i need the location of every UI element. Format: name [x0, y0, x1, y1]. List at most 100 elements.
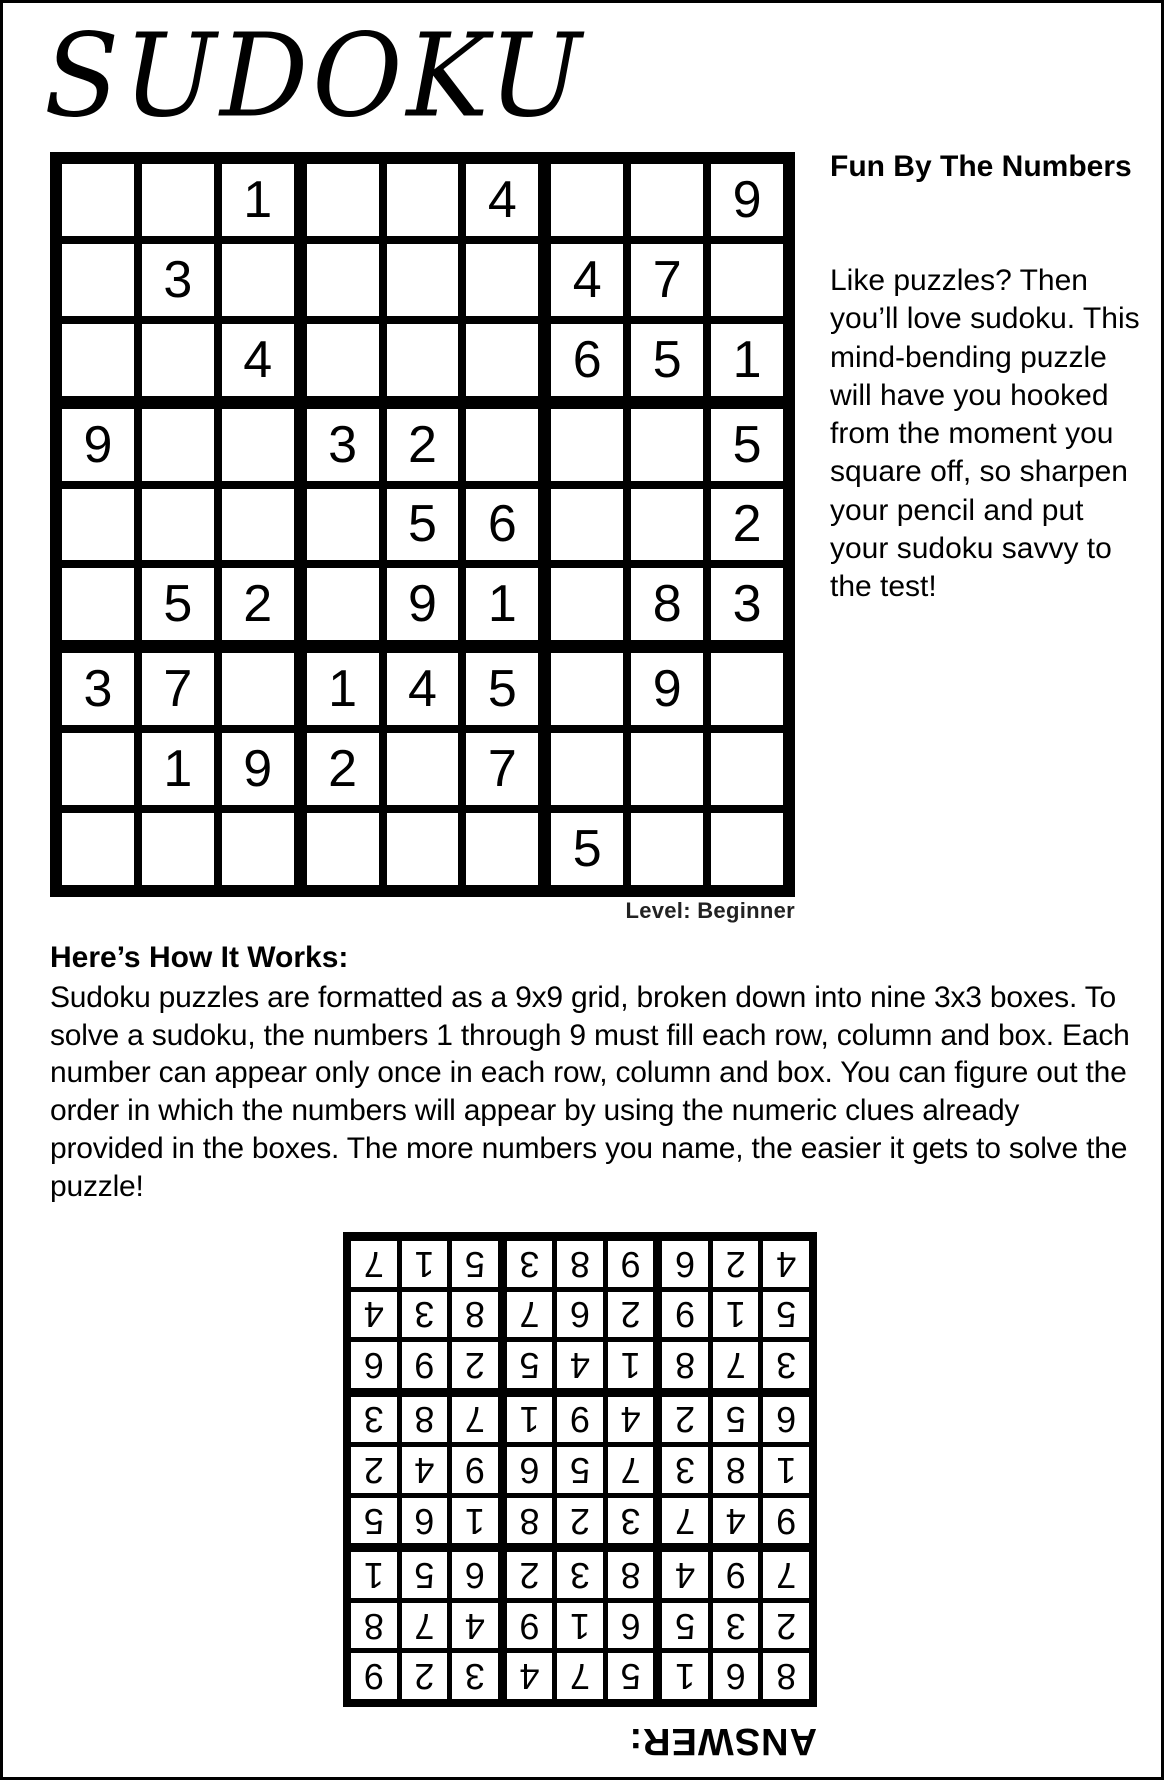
puzzle-cell-r2c4[interactable] — [306, 243, 379, 316]
puzzle-cell-r1c5[interactable] — [386, 164, 459, 236]
puzzle-cell-r2c9[interactable] — [711, 243, 783, 316]
puzzle-cell-r1c1[interactable] — [62, 164, 134, 236]
answer-cell-r2c1: 2 — [763, 1602, 809, 1649]
puzzle-cell-r8c8[interactable] — [631, 733, 704, 806]
puzzle-cell-r6c9: 3 — [711, 568, 783, 641]
puzzle-cell-r6c6: 1 — [466, 568, 539, 641]
puzzle-cell-r5c7[interactable] — [551, 488, 624, 561]
puzzle-cell-r2c1[interactable] — [62, 243, 134, 316]
puzzle-cell-r9c3[interactable] — [221, 813, 294, 885]
answer-cell-r3c6: 2 — [506, 1552, 553, 1598]
puzzle-cell-r2c2: 3 — [141, 243, 214, 316]
puzzle-cell-r7c2: 7 — [141, 653, 214, 726]
answer-cell-r6c9: 3 — [351, 1396, 397, 1443]
puzzle-cell-r2c8: 7 — [631, 243, 704, 316]
puzzle-cell-r4c1: 9 — [62, 408, 134, 481]
puzzle-cell-r1c4[interactable] — [306, 164, 379, 236]
answer-cell-r5c2: 8 — [712, 1447, 759, 1493]
puzzle-cell-r9c2[interactable] — [141, 813, 214, 885]
puzzle-cell-r3c7: 6 — [551, 323, 624, 396]
puzzle-cell-r9c1[interactable] — [62, 813, 134, 885]
puzzle-cell-r4c8[interactable] — [631, 408, 704, 481]
answer-cell-r3c8: 5 — [401, 1552, 448, 1598]
answer-label: ANSWER: — [628, 1720, 817, 1762]
puzzle-cell-r4c6[interactable] — [466, 408, 539, 481]
puzzle-cell-r4c3[interactable] — [221, 408, 294, 481]
answer-cell-r3c5: 3 — [557, 1552, 603, 1598]
puzzle-cell-r6c4[interactable] — [306, 568, 379, 641]
puzzle-cell-r4c7[interactable] — [551, 408, 624, 481]
puzzle-cell-r5c4[interactable] — [306, 488, 379, 561]
puzzle-cell-r5c9: 2 — [711, 488, 783, 561]
puzzle-cell-r4c2[interactable] — [141, 408, 214, 481]
answer-cell-r8c2: 1 — [712, 1291, 759, 1338]
answer-cell-r5c4: 7 — [607, 1447, 654, 1493]
puzzle-cell-r2c5[interactable] — [386, 243, 459, 316]
sidebar-body: Like puzzles? Then you’ll love sudoku. T… — [830, 264, 1140, 604]
puzzle-cell-r8c1[interactable] — [62, 733, 134, 806]
answer-cell-r2c8: 7 — [401, 1602, 448, 1649]
answer-cell-r8c5: 6 — [557, 1291, 603, 1338]
answer-cell-r6c5: 9 — [557, 1396, 603, 1443]
puzzle-cell-r9c9[interactable] — [711, 813, 783, 885]
answer-cell-r4c8: 6 — [401, 1497, 448, 1544]
puzzle-cell-r1c8[interactable] — [631, 164, 704, 236]
answer-cell-r5c8: 4 — [401, 1447, 448, 1493]
answer-cell-r5c6: 6 — [506, 1447, 553, 1493]
puzzle-cell-r2c7: 4 — [551, 243, 624, 316]
puzzle-cell-r7c4: 1 — [306, 653, 379, 726]
answer-cell-r8c6: 7 — [506, 1291, 553, 1338]
puzzle-cell-r5c2[interactable] — [141, 488, 214, 561]
answer-cell-r6c3: 2 — [662, 1396, 708, 1443]
answer-cell-r8c3: 9 — [662, 1291, 708, 1338]
puzzle-cell-r5c6: 6 — [466, 488, 539, 561]
puzzle-cell-r3c6[interactable] — [466, 323, 539, 396]
puzzle-cell-r1c7[interactable] — [551, 164, 624, 236]
puzzle-cell-r8c9[interactable] — [711, 733, 783, 806]
puzzle-cell-r6c1[interactable] — [62, 568, 134, 641]
puzzle-cell-r7c3[interactable] — [221, 653, 294, 726]
puzzle-cell-r3c1[interactable] — [62, 323, 134, 396]
answer-cell-r5c5: 5 — [557, 1447, 603, 1493]
puzzle-cell-r4c9: 5 — [711, 408, 783, 481]
puzzle-cell-r3c5[interactable] — [386, 323, 459, 396]
puzzle-cell-r2c6[interactable] — [466, 243, 539, 316]
answer-cell-r3c1: 7 — [763, 1552, 809, 1598]
answer-cell-r1c6: 4 — [506, 1653, 553, 1699]
answer-cell-r7c8: 9 — [401, 1342, 448, 1388]
answer-cell-r9c6: 3 — [506, 1241, 553, 1287]
answer-cell-r6c1: 6 — [763, 1396, 809, 1443]
puzzle-cell-r5c3[interactable] — [221, 488, 294, 561]
answer-cell-r3c4: 8 — [607, 1552, 654, 1598]
puzzle-cell-r5c1[interactable] — [62, 488, 134, 561]
puzzle-cell-r6c7[interactable] — [551, 568, 624, 641]
page-title: SUDOKU — [44, 8, 586, 143]
answer-cell-r7c9: 6 — [351, 1342, 397, 1388]
answer-cell-r9c1: 4 — [763, 1241, 809, 1287]
puzzle-cell-r2c3[interactable] — [221, 243, 294, 316]
answer-cell-r6c4: 4 — [607, 1396, 654, 1443]
answer-cell-r4c1: 9 — [763, 1497, 809, 1544]
puzzle-cell-r9c5[interactable] — [386, 813, 459, 885]
puzzle-cell-r8c5[interactable] — [386, 733, 459, 806]
puzzle-cell-r1c2[interactable] — [141, 164, 214, 236]
answer-cell-r5c1: 1 — [763, 1447, 809, 1493]
puzzle-cell-r5c8[interactable] — [631, 488, 704, 561]
puzzle-cell-r9c6[interactable] — [466, 813, 539, 885]
answer-cell-r7c5: 4 — [557, 1342, 603, 1388]
puzzle-cell-r9c8[interactable] — [631, 813, 704, 885]
answer-cell-r7c6: 5 — [506, 1342, 553, 1388]
puzzle-cell-r3c8: 5 — [631, 323, 704, 396]
answer-cell-r9c2: 2 — [712, 1241, 759, 1287]
puzzle-cell-r3c4[interactable] — [306, 323, 379, 396]
puzzle-cell-r9c4[interactable] — [306, 813, 379, 885]
puzzle-cell-r6c3: 2 — [221, 568, 294, 641]
instructions-heading: Here’s How It Works: — [50, 941, 349, 974]
puzzle-cell-r1c9: 9 — [711, 164, 783, 236]
puzzle-cell-r8c7[interactable] — [551, 733, 624, 806]
puzzle-cell-r3c2[interactable] — [141, 323, 214, 396]
puzzle-cell-r7c7[interactable] — [551, 653, 624, 726]
answer-cell-r2c6: 9 — [506, 1602, 553, 1649]
puzzle-cell-r3c9: 1 — [711, 323, 783, 396]
puzzle-cell-r7c9[interactable] — [711, 653, 783, 726]
